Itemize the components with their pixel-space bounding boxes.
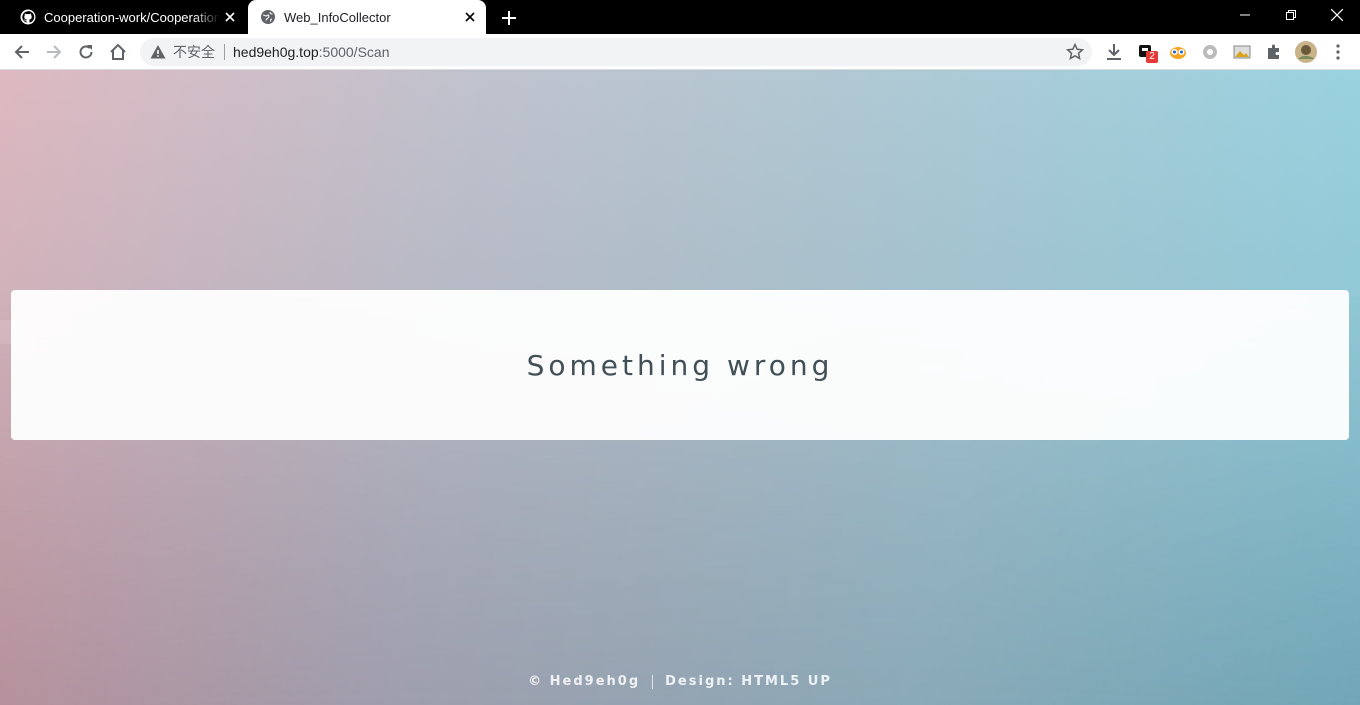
forward-button[interactable] [40,38,68,66]
tab-cooperation-work[interactable]: Cooperation-work/Cooperation-work [8,0,246,34]
footer-divider [652,674,654,689]
url-host: hed9eh0g.top [233,44,319,60]
owl-icon [1170,47,1186,59]
notification-badge: 2 [1146,51,1158,63]
home-icon [110,43,126,60]
page-footer: © Hed9eh0g Design: HTML5 UP [0,674,1360,689]
minimize-button[interactable] [1222,0,1268,30]
url-path: :5000/Scan [318,44,390,60]
back-button[interactable] [8,38,36,66]
extension-gray-button[interactable] [1200,42,1220,62]
extension-owl-button[interactable] [1168,42,1188,62]
home-button[interactable] [104,38,132,66]
new-tab-button[interactable] [498,7,520,29]
address-bar[interactable]: 不安全 hed9eh0g.top:5000/Scan [140,38,1092,66]
browser-toolbar: 不安全 hed9eh0g.top:5000/Scan 2 [0,34,1360,70]
error-message: Something wrong [526,348,834,382]
extensions-button[interactable] [1260,38,1288,66]
arrow-right-icon [47,45,62,59]
page-viewport: Something wrong © Hed9eh0g Design: HTML5 … [0,70,1360,705]
restore-icon [1286,10,1296,20]
bookmark-star-icon[interactable] [1066,43,1084,61]
puzzle-icon [1268,44,1279,59]
kebab-menu-icon [1336,44,1340,60]
download-icon [1107,44,1121,60]
divider [224,44,225,60]
tab-title: Web_InfoCollector [284,9,391,25]
downloads-button[interactable] [1100,38,1128,66]
github-icon [20,9,36,25]
minimize-icon [1240,14,1250,16]
reload-button[interactable] [72,38,100,66]
warning-icon [150,45,166,59]
image-icon [1233,45,1251,59]
footer-design-credit[interactable]: Design: HTML5 UP [665,674,832,689]
plus-icon [502,11,516,25]
aperture-icon [1203,45,1217,59]
menu-button[interactable] [1324,38,1352,66]
globe-icon [261,10,275,24]
arrow-left-icon [14,45,29,59]
extension-badge-button[interactable]: 2 [1137,42,1158,63]
reload-icon [79,45,93,59]
avatar [1295,41,1317,63]
close-tab-icon[interactable] [220,7,240,27]
footer-copyright: © Hed9eh0g [528,674,641,689]
message-panel: Something wrong [11,290,1349,440]
security-status[interactable]: 不安全 [173,42,215,62]
tab-title: Cooperation-work/Cooperation-work [44,9,220,25]
close-icon [1331,9,1343,21]
close-window-button[interactable] [1314,0,1360,30]
profile-button[interactable] [1292,38,1320,66]
close-tab-icon[interactable] [460,7,480,27]
extension-image-button[interactable] [1232,42,1252,62]
tab-web-infocollector[interactable]: Web_InfoCollector [248,0,486,34]
tab-strip: Cooperation-work/Cooperation-work Web_In… [0,0,1360,34]
restore-button[interactable] [1268,0,1314,30]
